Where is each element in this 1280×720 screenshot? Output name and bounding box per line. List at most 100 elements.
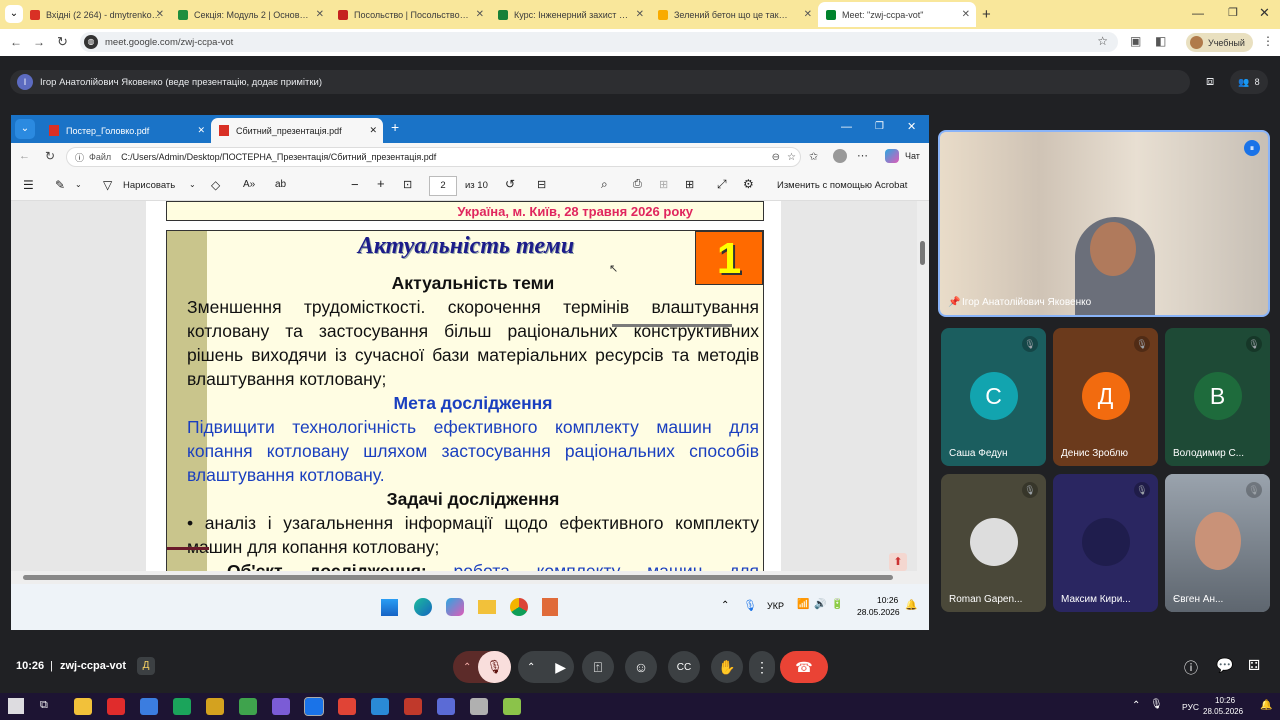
gmail-app-icon[interactable] xyxy=(404,698,422,715)
back-icon[interactable]: ← xyxy=(19,150,30,162)
horizontal-scrollbar[interactable] xyxy=(11,571,917,584)
activities-icon[interactable]: ⚃ xyxy=(1248,657,1260,674)
tray-chevron-icon[interactable]: ⌃ xyxy=(721,600,729,611)
powerpoint-app-icon[interactable] xyxy=(542,598,558,616)
battery-icon[interactable]: 🔋 xyxy=(831,599,843,610)
scrollbar-thumb[interactable] xyxy=(23,575,893,580)
leave-call-button[interactable]: ☎ xyxy=(780,651,828,683)
edge-maximize[interactable]: ❐ xyxy=(875,121,884,132)
maximize-button[interactable]: ❐ xyxy=(1228,6,1238,19)
tray-chevron-icon[interactable]: ⌃ xyxy=(1132,700,1140,711)
telegram-icon[interactable] xyxy=(371,698,389,715)
windows-start-icon[interactable] xyxy=(381,599,398,616)
profile-icon[interactable] xyxy=(833,149,847,163)
tab-search-button[interactable]: ⌄ xyxy=(5,5,23,23)
participant-tile[interactable]: 🎙 Максим Кири... xyxy=(1053,474,1158,612)
info-icon[interactable]: ⓘ xyxy=(1184,658,1198,678)
edge-tab-poster[interactable]: Постер_Головко.pdf ✕ xyxy=(41,118,211,143)
edge-minimize[interactable]: — xyxy=(841,121,852,133)
site-info-icon[interactable]: ◍ xyxy=(84,35,98,49)
close-icon[interactable]: ✕ xyxy=(369,125,377,136)
reload-icon[interactable]: ↻ xyxy=(57,34,68,50)
edge-tab-actions[interactable]: ⌄ xyxy=(15,119,35,139)
puzzle-icon[interactable]: ◧ xyxy=(1155,34,1166,48)
file-explorer-icon[interactable] xyxy=(74,698,92,715)
save-icon[interactable]: ⊞ xyxy=(659,178,668,191)
page-view-icon[interactable]: ⊟ xyxy=(537,178,546,191)
browser-tab[interactable]: Секція: Модуль 2 | Основи ав... ✕ xyxy=(170,2,330,27)
app-icon[interactable] xyxy=(470,698,488,715)
mic-icon[interactable]: 🎙 xyxy=(743,599,757,612)
pip-off-icon[interactable]: ⧈ xyxy=(1206,73,1214,89)
eraser-icon[interactable]: ◇ xyxy=(211,178,220,192)
zoom-out-icon[interactable]: − xyxy=(351,177,359,192)
participant-tile[interactable]: 🎙 Roman Gapen... xyxy=(941,474,1046,612)
browser-tab[interactable]: Курс: Інженерний захист та пі... ✕ xyxy=(490,2,650,27)
reload-icon[interactable]: ↻ xyxy=(45,149,55,163)
page-number-input[interactable]: 2 xyxy=(429,176,457,196)
translate-icon[interactable]: ab xyxy=(275,179,286,190)
opera-icon[interactable] xyxy=(107,698,125,715)
word-icon[interactable] xyxy=(437,698,455,715)
browser-tab[interactable]: Зелений бетон що це таке - ч... ✕ xyxy=(650,2,818,27)
minimize-button[interactable]: — xyxy=(1192,6,1204,20)
zoom-icon[interactable]: ⊖ xyxy=(772,152,780,163)
chrome-active-icon[interactable] xyxy=(304,697,324,716)
settings-gear-icon[interactable]: ⚙ xyxy=(743,177,754,191)
mic-tray-icon[interactable]: 🎙 xyxy=(1150,699,1163,710)
viber-icon[interactable] xyxy=(272,698,290,715)
zoom-in-icon[interactable]: + xyxy=(377,176,385,191)
url-field[interactable]: ◍ meet.google.com/zwj-ccpa-vot ☆ xyxy=(80,32,1118,52)
acrobat-float-icon[interactable]: ⬆ xyxy=(889,553,907,571)
draw-label[interactable]: Нарисовать xyxy=(123,180,175,191)
app-icon[interactable] xyxy=(503,698,521,715)
browser-tab[interactable]: Вхідні (2 264) - dmytrenko_yevhen✕ xyxy=(22,2,170,27)
pin-icon[interactable]: 📌 xyxy=(948,297,960,308)
favorite-icon[interactable]: ☆ xyxy=(787,152,796,163)
contents-icon[interactable]: ☰ xyxy=(23,178,34,192)
fit-page-icon[interactable]: ⊡ xyxy=(403,178,412,191)
reactions-button[interactable]: ☺ xyxy=(625,651,657,683)
bookmark-star-icon[interactable]: ☆ xyxy=(1097,34,1108,48)
task-view-icon[interactable]: ⧉ xyxy=(40,699,48,712)
scrollbar-thumb[interactable] xyxy=(920,241,925,265)
raise-hand-button[interactable]: ✋ xyxy=(711,651,743,683)
presenter-video-tile[interactable]: ⏸ Ігор Анатолійович Яковенко 📌 xyxy=(938,130,1270,317)
read-aloud-icon[interactable]: A» xyxy=(243,179,255,190)
participant-tile[interactable]: В 🎙 Володимир С... xyxy=(1165,328,1270,466)
save-as-icon[interactable]: ⊞ xyxy=(685,178,694,191)
present-button[interactable]: ⍐ xyxy=(582,651,614,683)
folder-app-icon[interactable] xyxy=(478,600,496,614)
chrome-alt-icon[interactable] xyxy=(239,698,257,715)
rotate-icon[interactable]: ↺ xyxy=(505,177,515,191)
close-icon[interactable]: ✕ xyxy=(636,9,644,20)
participant-tile[interactable]: 🎙 Євген Ан... xyxy=(1165,474,1270,612)
whatsapp-icon[interactable] xyxy=(173,698,191,715)
notification-icon[interactable]: 🔔 xyxy=(1260,700,1272,711)
chevron-down-icon[interactable]: ⌄ xyxy=(75,180,82,189)
sticky-notes-icon[interactable] xyxy=(206,698,224,715)
forward-icon[interactable]: → xyxy=(33,35,45,49)
edge-close[interactable]: ✕ xyxy=(907,120,916,133)
vertical-scrollbar[interactable] xyxy=(917,201,929,584)
close-icon[interactable]: ✕ xyxy=(197,125,205,136)
chrome-icon[interactable] xyxy=(140,698,158,715)
favorites-icon[interactable]: ✩ xyxy=(809,150,818,163)
close-icon[interactable]: ✕ xyxy=(804,9,812,20)
browser-tab[interactable]: Посольство | Посольство Японії ✕ xyxy=(330,2,490,27)
windows-start-icon[interactable] xyxy=(8,698,24,714)
browser-tab[interactable]: Meet: "zwj-ccpa-vot" ✕ xyxy=(818,2,976,27)
copilot-icon[interactable] xyxy=(885,149,899,163)
close-icon[interactable]: ✕ xyxy=(962,9,970,20)
mute-button[interactable]: 🎙 xyxy=(478,651,511,683)
more-icon[interactable]: ⋯ xyxy=(857,149,868,162)
participant-tile[interactable]: Д 🎙 Денис Зроблю xyxy=(1053,328,1158,466)
extension-icon[interactable]: ▣ xyxy=(1130,34,1141,48)
copilot-app-icon[interactable] xyxy=(446,598,464,616)
chrome-app-icon[interactable] xyxy=(510,598,528,616)
more-options-button[interactable]: ⋮ xyxy=(749,651,775,683)
back-icon[interactable]: ← xyxy=(10,35,22,49)
captions-button[interactable]: CC xyxy=(668,651,700,683)
copilot-label[interactable]: Чат xyxy=(905,151,920,161)
edge-app-icon[interactable] xyxy=(414,598,432,616)
